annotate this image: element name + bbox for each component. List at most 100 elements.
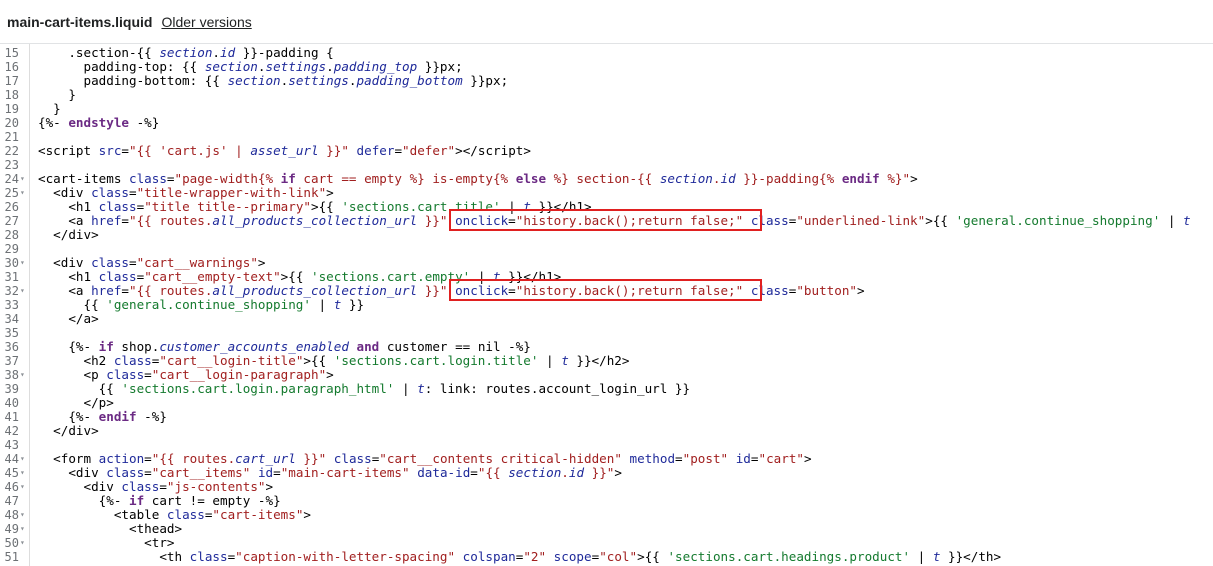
code-token: <div bbox=[38, 185, 92, 200]
code-line[interactable]: 40 </p> bbox=[0, 395, 1213, 411]
code-line[interactable]: 45 ▾ <div class="cart__items" id="main-ca… bbox=[0, 466, 1213, 481]
code-token: = bbox=[129, 255, 137, 270]
code-token: "defer" bbox=[402, 143, 456, 158]
code-line[interactable]: 24 ▾ <cart-items class="page-width{% if ca… bbox=[0, 171, 1213, 187]
code-line[interactable]: 31 <h1 class="cart__empty-text">{{ 'sect… bbox=[0, 269, 1213, 285]
code-line[interactable]: 22 <script src="{{ 'cart.js' | asset_url … bbox=[0, 143, 1213, 159]
code-token: = bbox=[470, 465, 478, 480]
fold-arrow-icon[interactable]: ▾ bbox=[20, 452, 28, 466]
code-line[interactable]: 42 </div> bbox=[0, 423, 1213, 439]
code-token: class bbox=[189, 549, 228, 564]
code-line[interactable]: 21 bbox=[0, 130, 1213, 144]
fold-arrow-icon[interactable]: ▾ bbox=[20, 466, 28, 480]
code-line[interactable]: 41 {%- endif -%} bbox=[0, 409, 1213, 425]
code-text: <div class="cart__items" id="main-cart-i… bbox=[38, 466, 622, 480]
line-number: 48 bbox=[4, 508, 19, 522]
fold-arrow-icon[interactable]: ▾ bbox=[20, 186, 28, 200]
code-token: customer_accounts_enabled bbox=[159, 339, 349, 354]
code-token: {{ bbox=[38, 297, 107, 312]
code-text: <a href="{{ routes.all_products_collecti… bbox=[38, 213, 1191, 228]
code-line[interactable]: 49 ▾ <thead> bbox=[0, 522, 1213, 537]
code-token: endif bbox=[98, 409, 137, 424]
code-token: } bbox=[38, 101, 61, 116]
code-text: <a href="{{ routes.all_products_collecti… bbox=[38, 283, 864, 298]
code-line[interactable]: 23 bbox=[0, 158, 1213, 172]
code-line[interactable]: 36 {%- if shop.customer_accounts_enabled… bbox=[0, 339, 1213, 355]
code-line[interactable]: 44 ▾ <form action="{{ routes.cart_url }}"… bbox=[0, 451, 1213, 467]
older-versions-link[interactable]: Older versions bbox=[161, 14, 251, 30]
line-number: 17 bbox=[4, 74, 19, 88]
code-token: and bbox=[356, 339, 380, 354]
code-line[interactable]: 38 ▾ <p class="cart__login-paragraph"> bbox=[0, 367, 1213, 383]
code-editor[interactable]: 15 .section-{{ section.id }}-padding {16… bbox=[0, 44, 1213, 566]
code-token: section bbox=[204, 59, 258, 74]
code-token: t bbox=[1183, 213, 1191, 228]
fold-arrow-icon[interactable]: ▾ bbox=[20, 368, 28, 382]
fold-arrow-icon[interactable]: ▾ bbox=[20, 256, 28, 270]
code-line[interactable]: 35 bbox=[0, 326, 1213, 340]
code-line[interactable]: 18 } bbox=[0, 88, 1213, 103]
code-line[interactable]: 26 <h1 class="title title--primary">{{ '… bbox=[0, 200, 1213, 215]
code-token: method bbox=[629, 451, 676, 466]
code-token: class bbox=[129, 171, 167, 186]
code-token: "cart__login-title" bbox=[159, 353, 304, 368]
line-number: 34 bbox=[4, 312, 19, 326]
line-number: 38 bbox=[4, 368, 19, 382]
line-number: 44 bbox=[4, 452, 19, 466]
code-line[interactable]: 47 {%- if cart != empty -%} bbox=[0, 494, 1213, 509]
code-line[interactable]: 25 ▾ <div class="title-wrapper-with-link"… bbox=[0, 185, 1213, 201]
fold-arrow-icon[interactable]: ▾ bbox=[20, 536, 28, 550]
code-token: "{{ routes. bbox=[151, 451, 236, 466]
code-token: asset_url bbox=[250, 143, 319, 158]
line-number: 22 bbox=[4, 144, 19, 158]
code-text: padding-top: {{ section.settings.padding… bbox=[38, 59, 462, 74]
code-line[interactable]: 50 ▾ <tr> bbox=[0, 536, 1213, 551]
code-token: if bbox=[280, 171, 296, 186]
code-line[interactable]: 16 padding-top: {{ section.settings.padd… bbox=[0, 59, 1213, 75]
code-line[interactable]: 46 ▾ <div class="js-contents"> bbox=[0, 479, 1213, 495]
code-line[interactable]: 17 padding-bottom: {{ section.settings.p… bbox=[0, 74, 1213, 89]
code-token: }}-padding{% bbox=[735, 171, 842, 186]
code-line[interactable]: 29 bbox=[0, 242, 1213, 256]
code-line[interactable]: 15 .section-{{ section.id }}-padding { bbox=[0, 46, 1213, 61]
code-line[interactable]: 28 </div> bbox=[0, 228, 1213, 243]
code-token: "cart__contents critical-hidden" bbox=[379, 451, 622, 466]
code-text: } bbox=[38, 88, 76, 102]
code-token: = bbox=[159, 479, 167, 494]
code-line[interactable]: 34 </a> bbox=[0, 312, 1213, 327]
code-line[interactable]: 39 {{ 'sections.cart.login.paragraph_htm… bbox=[0, 381, 1213, 397]
code-line[interactable]: 27 <a href="{{ routes.all_products_colle… bbox=[0, 213, 1213, 229]
code-token: padding-top: {{ bbox=[38, 59, 205, 74]
code-token: padding_top bbox=[333, 59, 418, 74]
code-line[interactable]: 19 } bbox=[0, 101, 1213, 117]
code-token: shop. bbox=[113, 339, 160, 354]
code-line[interactable]: 51 <th class="caption-with-letter-spacin… bbox=[0, 550, 1213, 565]
code-token: <div bbox=[38, 465, 107, 480]
code-line[interactable]: 43 bbox=[0, 438, 1213, 452]
code-token: </div> bbox=[38, 423, 99, 438]
code-text: <th class="caption-with-letter-spacing" … bbox=[38, 550, 1001, 564]
fold-arrow-icon[interactable]: ▾ bbox=[20, 522, 28, 536]
code-line[interactable]: 37 <h2 class="cart__login-title">{{ 'sec… bbox=[0, 353, 1213, 369]
code-token: </p> bbox=[38, 395, 114, 410]
code-line[interactable]: 33 {{ 'general.continue_shopping' | t }} bbox=[0, 297, 1213, 313]
code-line[interactable]: 48 ▾ <table class="cart-items"> bbox=[0, 508, 1213, 523]
code-token: = bbox=[508, 213, 516, 228]
code-token: : link: routes. bbox=[424, 381, 539, 396]
fold-arrow-icon[interactable]: ▾ bbox=[20, 284, 28, 298]
line-number: 49 bbox=[4, 522, 19, 536]
code-token: <p bbox=[38, 367, 107, 382]
code-line[interactable]: 32 ▾ <a href="{{ routes.all_products_coll… bbox=[0, 283, 1213, 299]
code-token: class bbox=[333, 451, 372, 466]
code-token: onclick bbox=[455, 213, 509, 228]
fold-arrow-icon[interactable]: ▾ bbox=[20, 172, 28, 186]
code-token: class bbox=[98, 269, 137, 284]
fold-arrow-icon[interactable]: ▾ bbox=[20, 508, 28, 522]
line-number: 23 bbox=[4, 158, 19, 172]
code-line[interactable]: 20 {%- endstyle -%} bbox=[0, 116, 1213, 131]
fold-arrow-icon[interactable]: ▾ bbox=[20, 480, 28, 494]
code-line[interactable]: 30 ▾ <div class="cart__warnings"> bbox=[0, 255, 1213, 271]
code-token: 'general.continue_shopping' bbox=[955, 213, 1161, 228]
line-number: 41 bbox=[4, 410, 19, 424]
